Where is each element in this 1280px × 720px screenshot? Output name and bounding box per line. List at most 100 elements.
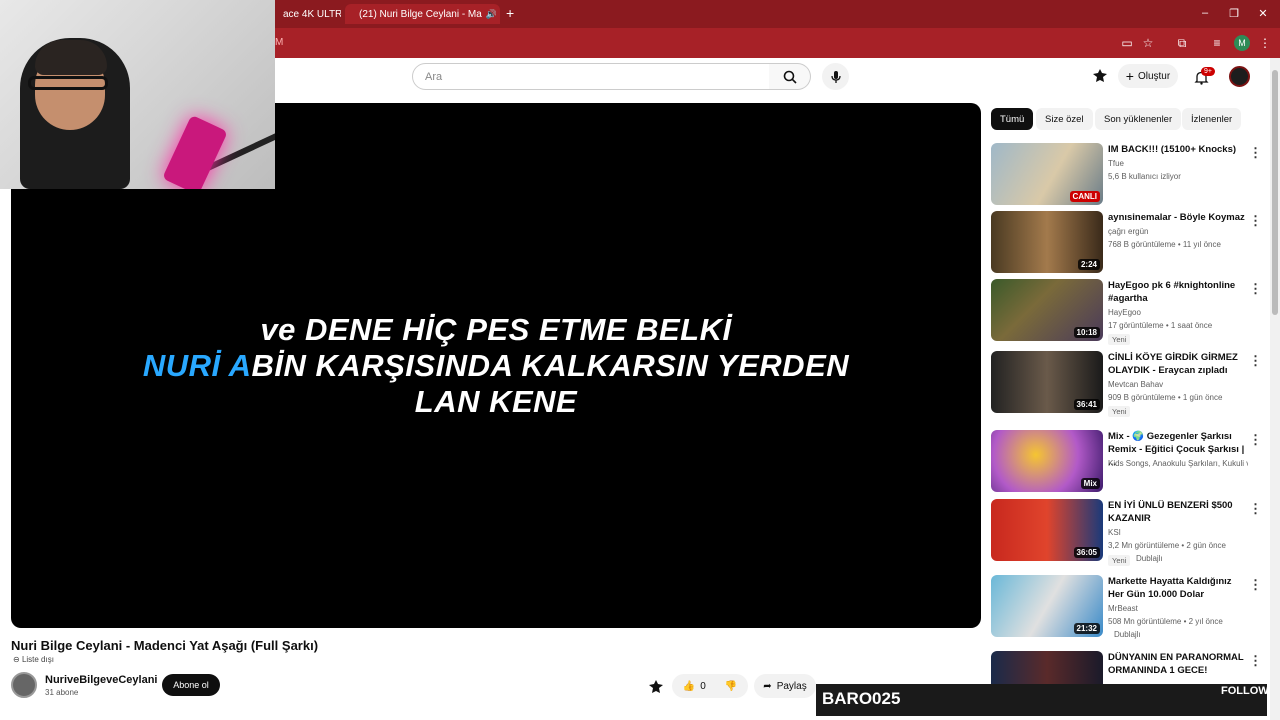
lyric-rest: BİN KARŞISINDA KALKARSIN YERDEN <box>251 348 850 383</box>
more-options-icon[interactable]: ⋮ <box>1249 145 1262 161</box>
like-icon[interactable]: 👍 <box>683 681 695 692</box>
more-options-icon[interactable]: ⋮ <box>1249 577 1262 593</box>
video-meta: 5,6 B kullanıcı izliyor <box>1108 172 1181 181</box>
new-badge: Yeni <box>1108 406 1131 417</box>
list-item[interactable]: 36:41 CİNLİ KÖYE GİRDİK GİRMEZ OLAYDIK -… <box>991 351 1266 417</box>
video-thumbnail[interactable]: 2:24 <box>991 211 1103 273</box>
studio-icon[interactable] <box>1092 68 1108 84</box>
media-controls-icon[interactable]: ≡ <box>1208 34 1226 52</box>
scrollbar-thumb[interactable] <box>1272 70 1278 315</box>
video-title[interactable]: aynısinemalar - Böyle Koymaz <box>1108 211 1248 224</box>
video-thumbnail[interactable]: Mix <box>991 430 1103 492</box>
streamer-glasses <box>28 76 108 90</box>
menu-dots-icon[interactable]: ⋮ <box>1256 34 1274 52</box>
microphone-icon <box>830 70 841 83</box>
video-title[interactable]: EN İYİ ÜNLÜ BENZERİ $500 KAZANIR <box>1108 499 1248 525</box>
lyric-line: NURİ ABİN KARŞISINDA KALKARSIN YERDEN <box>11 348 981 384</box>
search-button[interactable] <box>769 63 811 90</box>
close-tab-icon[interactable]: ✕ <box>497 8 500 21</box>
channel-name[interactable]: Tfue <box>1108 159 1124 168</box>
like-dislike-group: 👍 0 👎 <box>672 674 748 698</box>
more-options-icon[interactable]: ⋮ <box>1249 353 1262 369</box>
search-input[interactable]: Ara <box>412 63 770 90</box>
close-window-button[interactable]: ✕ <box>1250 4 1276 22</box>
more-options-icon[interactable]: ⋮ <box>1249 653 1262 669</box>
account-avatar[interactable] <box>1229 66 1250 87</box>
more-options-icon[interactable]: ⋮ <box>1249 501 1262 517</box>
video-title[interactable]: IM BACK!!! (15100+ Knocks) <box>1108 143 1248 156</box>
list-item[interactable]: 36:05 EN İYİ ÜNLÜ BENZERİ $500 KAZANIR K… <box>991 499 1266 566</box>
more-options-icon[interactable]: ⋮ <box>1249 281 1262 297</box>
channel-name[interactable]: Mevtcan Bahav <box>1108 380 1163 389</box>
dislike-icon[interactable]: 👎 <box>725 681 737 692</box>
live-badge: CANLI <box>1069 191 1100 202</box>
studio-edit-icon[interactable] <box>648 679 664 695</box>
streamer-hair <box>35 40 107 75</box>
mouse-cursor <box>428 660 434 670</box>
cast-icon[interactable]: ▭ <box>1118 34 1136 52</box>
video-thumbnail[interactable]: 36:41 <box>991 351 1103 413</box>
channel-name[interactable]: Kids Songs, Anaokulu Şarkıları, Kukuli v… <box>1108 459 1248 468</box>
extensions-icon[interactable]: ⧉ <box>1173 34 1191 52</box>
video-thumbnail[interactable]: CANLI <box>991 143 1103 205</box>
duration-badge: 36:41 <box>1073 399 1100 410</box>
video-title: Nuri Bilge Ceylani - Madenci Yat Aşağı (… <box>11 638 319 653</box>
chip-watched[interactable]: İzlenenler <box>1182 108 1242 130</box>
new-badge: Yeni <box>1108 555 1131 566</box>
video-title[interactable]: Markette Hayatta Kaldığınız Her Gün 10.0… <box>1108 575 1248 601</box>
subscribe-button[interactable]: Abone ol <box>162 674 220 696</box>
notification-badge: 9+ <box>1201 67 1215 76</box>
speaker-icon[interactable]: 🔊 <box>486 9 497 20</box>
duration-badge: 36:05 <box>1073 547 1100 558</box>
video-title[interactable]: DÜNYANIN EN PARANORMAL ORMANINDA 1 GECE! <box>1108 651 1248 677</box>
plus-icon: + <box>1125 68 1134 84</box>
like-count: 0 <box>700 680 706 692</box>
list-item[interactable]: 10:18 HayEgoo pk 6 #knightonline #agarth… <box>991 279 1266 345</box>
channel-name[interactable]: NuriveBilgeveCeylani <box>45 674 158 686</box>
create-button[interactable]: + Oluştur <box>1118 64 1178 88</box>
more-options-icon[interactable]: ⋮ <box>1249 432 1262 448</box>
new-tab-button[interactable]: + <box>506 5 514 21</box>
mix-badge: Mix <box>1080 478 1100 489</box>
video-title[interactable]: CİNLİ KÖYE GİRDİK GİRMEZ OLAYDIK - Erayc… <box>1108 351 1248 377</box>
visibility-label: ⊖ Liste dışı <box>13 655 54 664</box>
channel-name[interactable]: çağrı ergün <box>1108 227 1148 236</box>
voice-search-button[interactable] <box>822 63 849 90</box>
video-thumbnail[interactable]: 36:05 <box>991 499 1103 561</box>
streamer-name: BARO025 <box>822 689 901 708</box>
list-item[interactable]: CANLI IM BACK!!! (15100+ Knocks) Tfue 5,… <box>991 143 1266 205</box>
video-thumbnail[interactable]: 10:18 <box>991 279 1103 341</box>
more-options-icon[interactable]: ⋮ <box>1249 213 1262 229</box>
profile-avatar[interactable]: M <box>1234 35 1250 51</box>
microphone-light <box>162 114 228 189</box>
new-badge: Yeni <box>1108 334 1131 345</box>
share-button[interactable]: ➦ Paylaş <box>754 674 816 698</box>
browser-tab-active[interactable]: (21) Nuri Bilge Ceylani - Ma 🔊 ✕ <box>345 4 500 24</box>
duration-badge: 10:18 <box>1073 327 1100 338</box>
channel-name[interactable]: HayEgoo <box>1108 308 1141 317</box>
list-item[interactable]: 2:24 aynısinemalar - Böyle Koymaz çağrı … <box>991 211 1266 273</box>
minimize-button[interactable]: – <box>1192 4 1218 22</box>
channel-avatar[interactable] <box>11 672 37 698</box>
bookmark-star-icon[interactable]: ☆ <box>1139 34 1157 52</box>
channel-name[interactable]: KSI <box>1108 528 1121 537</box>
tab-label: ace 4K ULTR <box>283 8 341 20</box>
lyric-line: LAN KENE <box>414 384 578 419</box>
channel-name[interactable]: MrBeast <box>1108 604 1138 613</box>
list-item[interactable]: 21:32 Markette Hayatta Kaldığınız Her Gü… <box>991 575 1266 639</box>
browser-tab[interactable]: ace 4K ULTR ✕ <box>275 4 341 24</box>
list-item[interactable]: DÜNYANIN EN PARANORMAL ORMANINDA 1 GECE!… <box>991 651 1266 685</box>
address-text: M <box>275 37 284 48</box>
visibility-text: Liste dışı <box>21 655 54 664</box>
chip-recent[interactable]: Son yüklenenler <box>1095 108 1182 130</box>
restore-button[interactable]: ❐ <box>1221 4 1247 22</box>
video-meta: 768 B görüntüleme • 11 yıl önce <box>1108 240 1221 249</box>
list-item[interactable]: Mix Mix - 🌍 Gezegenler Şarkısı Remix - E… <box>991 430 1266 492</box>
chip-all[interactable]: Tümü <box>991 108 1034 130</box>
follow-label: FOLLOW <box>1221 685 1269 697</box>
video-title[interactable]: HayEgoo pk 6 #knightonline #agartha <box>1108 279 1248 305</box>
chip-for-you[interactable]: Size özel <box>1036 108 1093 130</box>
video-thumbnail[interactable]: 21:32 <box>991 575 1103 637</box>
lyric-line: ve DENE HİÇ PES ETME BELKİ <box>260 312 732 347</box>
video-thumbnail[interactable] <box>991 651 1103 685</box>
